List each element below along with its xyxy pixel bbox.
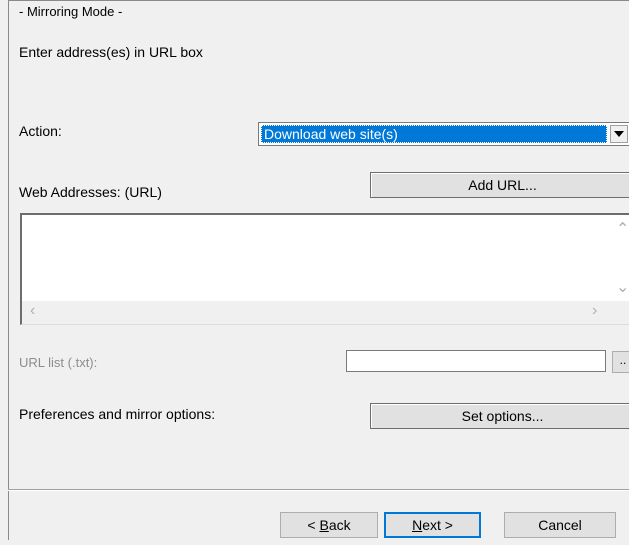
web-addresses-label: Web Addresses: (URL) — [19, 184, 162, 200]
footer-separator — [8, 489, 629, 491]
cancel-button[interactable]: Cancel — [504, 512, 616, 538]
url-list-label: URL list (.txt): — [19, 355, 98, 370]
horizontal-scrollbar[interactable]: ‹ › — [22, 301, 629, 324]
url-textarea[interactable]: ⌃ ⌄ ‹ › — [20, 213, 629, 325]
vertical-scrollbar[interactable]: ⌃ ⌄ — [612, 215, 629, 303]
instruction-text: Enter address(es) in URL box — [19, 44, 203, 60]
scroll-left-icon[interactable]: ‹ — [30, 302, 35, 320]
cancel-label: Cancel — [538, 517, 582, 533]
group-title: - Mirroring Mode - — [19, 4, 123, 19]
action-selected-value[interactable]: Download web site(s) — [261, 125, 607, 143]
browse-button[interactable]: .. — [612, 351, 629, 373]
next-button[interactable]: Next > — [384, 512, 481, 538]
next-label: Next > — [412, 517, 453, 533]
back-button[interactable]: < Back — [280, 512, 378, 538]
scroll-right-icon[interactable]: › — [592, 302, 597, 320]
add-url-button[interactable]: Add URL... — [370, 172, 629, 198]
action-dropdown[interactable]: Download web site(s) — [258, 122, 629, 146]
set-options-label: Set options... — [461, 408, 544, 424]
scroll-up-icon[interactable]: ⌃ — [616, 219, 629, 239]
url-list-input[interactable] — [346, 350, 606, 372]
dropdown-button[interactable] — [610, 125, 628, 143]
back-label: < Back — [307, 517, 351, 533]
preferences-label: Preferences and mirror options: — [19, 406, 216, 422]
action-label: Action: — [19, 123, 62, 139]
scroll-down-icon[interactable]: ⌄ — [616, 277, 629, 297]
add-url-label: Add URL... — [468, 177, 537, 193]
chevron-down-icon — [614, 131, 624, 137]
set-options-button[interactable]: Set options... — [370, 403, 629, 429]
